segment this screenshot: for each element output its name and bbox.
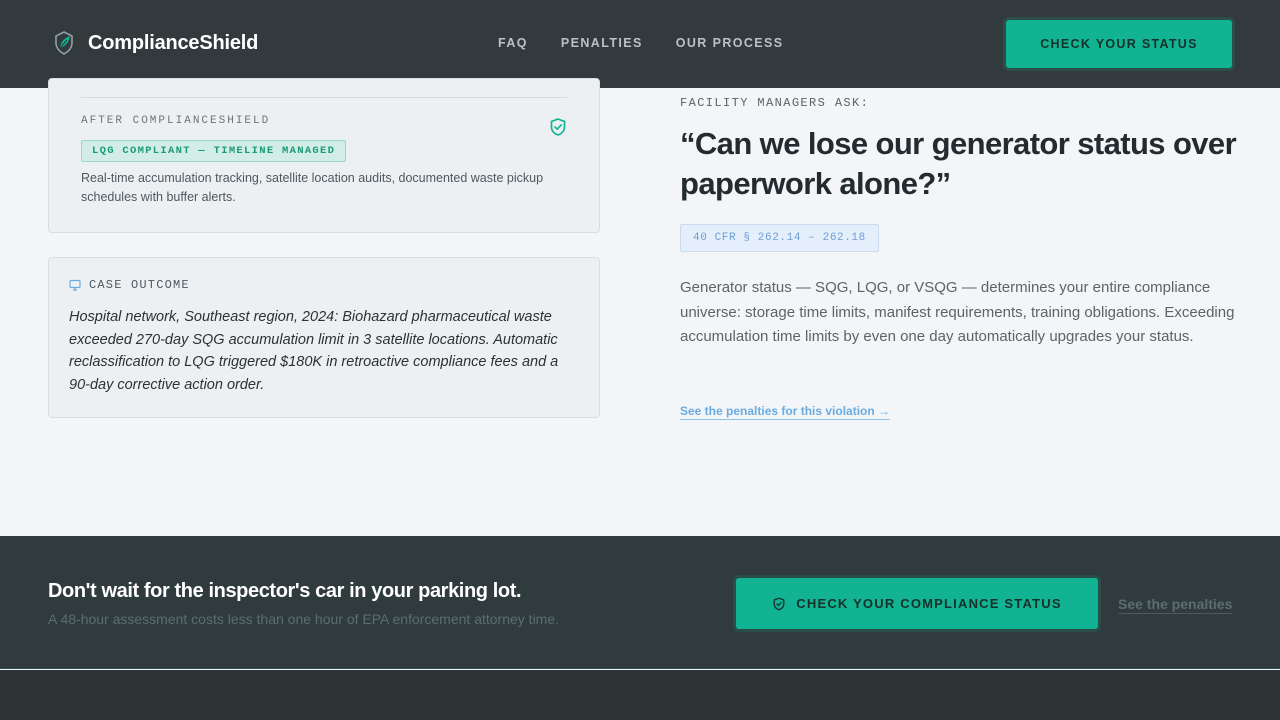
nav-link-faq[interactable]: FAQ xyxy=(498,36,528,50)
case-header: CASE OUTCOME xyxy=(69,278,190,292)
cta-button-label: CHECK YOUR COMPLIANCE STATUS xyxy=(796,596,1062,611)
see-penalties-link[interactable]: See the penalties xyxy=(1118,596,1233,614)
footer xyxy=(0,670,1280,720)
cta-title: Don't wait for the inspector's car in yo… xyxy=(48,580,522,602)
after-label: AFTER COMPLIANCESHIELD xyxy=(81,115,271,127)
cta-band: Don't wait for the inspector's car in yo… xyxy=(0,536,1280,669)
nav-link-our-process[interactable]: OUR PROCESS xyxy=(676,36,784,50)
top-nav: ComplianceShield FAQ PENALTIES OUR PROCE… xyxy=(0,0,1280,88)
after-description: Real-time accumulation tracking, satelli… xyxy=(81,171,544,204)
brand-name: ComplianceShield xyxy=(88,31,259,54)
card-divider xyxy=(81,97,567,98)
faq-answer: Generator status — SQG, LQG, or VSQG — d… xyxy=(680,279,1235,345)
shield-icon xyxy=(772,597,786,611)
after-complianceshield-card: AFTER COMPLIANCESHIELD LQG COMPLIANT — T… xyxy=(48,78,600,233)
case-text: Hospital network, Southeast region, 2024… xyxy=(69,309,559,393)
shield-check-icon xyxy=(548,117,568,137)
check-compliance-status-button[interactable]: CHECK YOUR COMPLIANCE STATUS xyxy=(736,578,1098,629)
nav-link-penalties[interactable]: PENALTIES xyxy=(561,36,643,50)
monitor-icon xyxy=(69,279,81,291)
faq-question: “Can we lose our generator status over p… xyxy=(680,126,1237,201)
penalties-link[interactable]: See the penalties for this violation → xyxy=(680,404,891,420)
cfr-citation-badge: 40 CFR § 262.14 – 262.18 xyxy=(680,224,879,252)
status-badge: LQG COMPLIANT — TIMELINE MANAGED xyxy=(81,140,347,162)
nav-links: FAQ PENALTIES OUR PROCESS xyxy=(498,36,784,50)
cta-subtitle: A 48-hour assessment costs less than one… xyxy=(48,611,560,627)
case-label: CASE OUTCOME xyxy=(89,278,190,292)
leaf-shield-icon xyxy=(52,30,76,56)
case-outcome-card: CASE OUTCOME Hospital network, Southeast… xyxy=(48,257,600,418)
brand-logo[interactable]: ComplianceShield xyxy=(52,30,258,56)
check-status-button[interactable]: CHECK YOUR STATUS xyxy=(1006,20,1232,68)
faq-eyebrow: FACILITY MANAGERS ASK: xyxy=(680,96,870,110)
